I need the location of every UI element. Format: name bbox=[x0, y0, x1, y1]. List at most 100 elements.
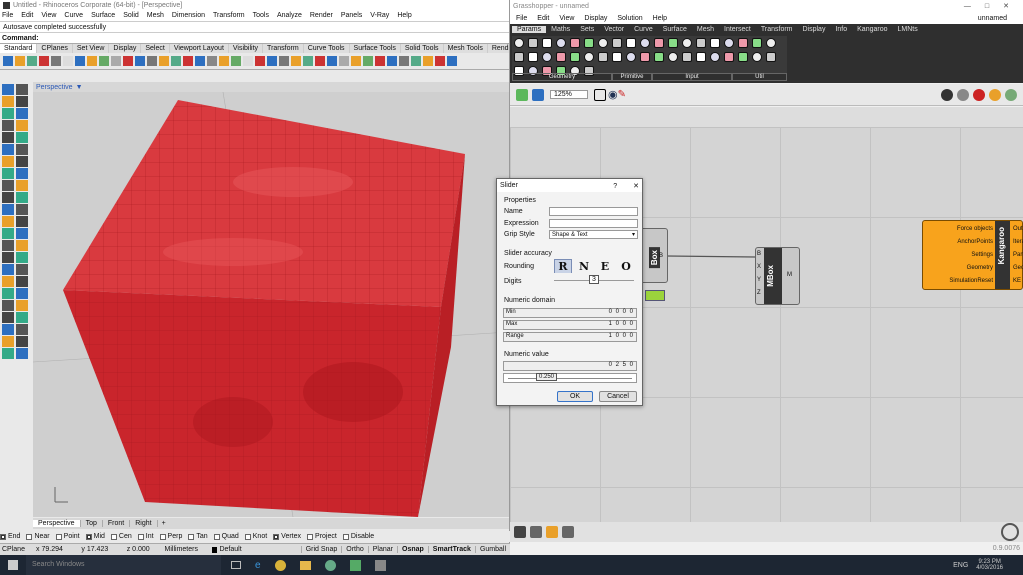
standard-tool-14-icon[interactable] bbox=[159, 56, 169, 66]
perspective-viewport[interactable]: Perspective ▼ bbox=[33, 82, 509, 517]
rhino-menu-dimension[interactable]: Dimension bbox=[172, 12, 205, 19]
name-input[interactable] bbox=[549, 207, 638, 216]
range-row[interactable]: Range 1 0 0 0 bbox=[503, 332, 637, 342]
view-tab-front[interactable]: Front bbox=[103, 520, 131, 527]
view-tab-perspective[interactable]: Perspective bbox=[33, 520, 81, 527]
osnap-project[interactable]: Project bbox=[307, 533, 337, 540]
view-tab-right[interactable]: Right bbox=[130, 520, 158, 527]
gh-param-8-icon[interactable] bbox=[612, 38, 622, 48]
zoom-extents-icon[interactable] bbox=[594, 88, 606, 101]
left-tool-8-icon[interactable] bbox=[16, 120, 28, 131]
left-tool-7-icon[interactable] bbox=[2, 120, 14, 131]
left-tool-27-icon[interactable] bbox=[2, 240, 14, 251]
osnap-quad[interactable]: Quad bbox=[213, 533, 239, 540]
gh-param-17-icon[interactable] bbox=[738, 38, 748, 48]
open-file-icon[interactable] bbox=[516, 88, 528, 101]
standard-tool-36-icon[interactable] bbox=[423, 56, 433, 66]
gh-param-22-icon[interactable] bbox=[542, 52, 552, 62]
render-preview-icon[interactable] bbox=[1005, 88, 1017, 101]
gh-param-7-icon[interactable] bbox=[598, 38, 608, 48]
view-tab-top[interactable]: Top bbox=[81, 520, 103, 527]
rounding-option-e[interactable]: E bbox=[596, 260, 614, 273]
gh-param-5-icon[interactable] bbox=[570, 38, 580, 48]
file-explorer-icon[interactable] bbox=[299, 560, 311, 570]
kangaroo-output-5[interactable]: KE bbox=[1013, 275, 1023, 288]
gh-param-35-icon[interactable] bbox=[724, 52, 734, 62]
standard-tool-23-icon[interactable] bbox=[267, 56, 277, 66]
standard-tool-34-icon[interactable] bbox=[399, 56, 409, 66]
kangaroo-output-1[interactable]: Out bbox=[1013, 223, 1023, 236]
standard-tool-15-icon[interactable] bbox=[171, 56, 181, 66]
gh-menu-edit[interactable]: Edit bbox=[537, 15, 549, 22]
osnap-vertex[interactable]: Vertex bbox=[273, 533, 301, 540]
kangaroo-output-3[interactable]: Partic bbox=[1013, 249, 1023, 262]
standard-tool-22-icon[interactable] bbox=[255, 56, 265, 66]
rhino-menu-edit[interactable]: Edit bbox=[21, 12, 33, 19]
gh-param-31-icon[interactable] bbox=[668, 52, 678, 62]
gh-param-30-icon[interactable] bbox=[654, 52, 664, 62]
left-tool-22-icon[interactable] bbox=[16, 204, 28, 215]
selected-preview-icon[interactable] bbox=[989, 88, 1001, 101]
sketch-snap-icon[interactable] bbox=[546, 526, 558, 538]
min-value[interactable]: 0 0 0 0 bbox=[609, 309, 634, 315]
left-tool-2-icon[interactable] bbox=[16, 84, 28, 95]
viewport-label[interactable]: Perspective bbox=[33, 84, 76, 91]
left-tool-23-icon[interactable] bbox=[2, 216, 14, 227]
status-toggle-smarttrack[interactable]: SmartTrack bbox=[427, 546, 475, 553]
standard-tool-28-icon[interactable] bbox=[327, 56, 337, 66]
left-tool-14-icon[interactable] bbox=[16, 156, 28, 167]
osnap-disable-checkbox[interactable] bbox=[342, 533, 349, 540]
standard-tool-32-icon[interactable] bbox=[375, 56, 385, 66]
search-box[interactable]: Search Windows bbox=[26, 555, 221, 575]
rhino-menu-v-ray[interactable]: V-Ray bbox=[370, 12, 389, 19]
standard-tool-38-icon[interactable] bbox=[447, 56, 457, 66]
osnap-perp[interactable]: Perp bbox=[159, 533, 182, 540]
preview-mode-icon[interactable] bbox=[941, 88, 953, 101]
mbox-input-z[interactable]: Z bbox=[757, 290, 761, 303]
standard-tool-35-icon[interactable] bbox=[411, 56, 421, 66]
gh-param-32-icon[interactable] bbox=[682, 52, 692, 62]
value-slider-grip[interactable]: 0.250 bbox=[536, 373, 558, 381]
grip-style-select[interactable]: Shape & Text ▾ bbox=[549, 230, 638, 239]
gh-menu-help[interactable]: Help bbox=[653, 15, 667, 22]
rhino-menu-solid[interactable]: Solid bbox=[123, 12, 139, 19]
osnap-knot-checkbox[interactable] bbox=[244, 533, 251, 540]
left-tool-40-icon[interactable] bbox=[16, 312, 28, 323]
gh-tab-mesh[interactable]: Mesh bbox=[692, 26, 719, 33]
kangaroo-input-2[interactable]: AnchorPoints bbox=[925, 236, 993, 249]
osnap-mid-checkbox[interactable] bbox=[85, 533, 92, 540]
left-tool-13-icon[interactable] bbox=[2, 156, 14, 167]
dialog-close-icon[interactable]: ✕ bbox=[633, 183, 639, 190]
standard-tool-24-icon[interactable] bbox=[279, 56, 289, 66]
add-view-tab-icon[interactable]: + bbox=[158, 520, 170, 527]
gh-param-2-icon[interactable] bbox=[528, 38, 538, 48]
rhino-menu-analyze[interactable]: Analyze bbox=[277, 12, 302, 19]
left-tool-24-icon[interactable] bbox=[16, 216, 28, 227]
gh-param-1-icon[interactable] bbox=[514, 38, 524, 48]
left-tool-28-icon[interactable] bbox=[16, 240, 28, 251]
rounding-option-n[interactable]: N bbox=[575, 260, 593, 273]
edge-icon[interactable]: e bbox=[255, 560, 261, 571]
gh-menu-display[interactable]: Display bbox=[584, 15, 607, 22]
rhino-menu-view[interactable]: View bbox=[41, 12, 56, 19]
left-tool-16-icon[interactable] bbox=[16, 168, 28, 179]
osnap-point-checkbox[interactable] bbox=[55, 533, 62, 540]
left-tool-33-icon[interactable] bbox=[2, 276, 14, 287]
gh-param-14-icon[interactable] bbox=[696, 38, 706, 48]
toolbar-tab-set-view[interactable]: Set View bbox=[73, 44, 110, 53]
osnap-vertex-checkbox[interactable] bbox=[273, 533, 280, 540]
gh-menu-file[interactable]: File bbox=[516, 15, 527, 22]
standard-tool-16-icon[interactable] bbox=[183, 56, 193, 66]
left-tool-15-icon[interactable] bbox=[2, 168, 14, 179]
maximize-icon[interactable]: □ bbox=[985, 3, 1003, 10]
layer-swatch-icon[interactable] bbox=[211, 546, 218, 553]
gh-menu-view[interactable]: View bbox=[559, 15, 574, 22]
zoom-select[interactable]: 125% bbox=[550, 90, 588, 99]
help-icon[interactable]: ? bbox=[613, 183, 617, 190]
gh-tab-vector[interactable]: Vector bbox=[599, 26, 629, 33]
standard-tool-5-icon[interactable] bbox=[51, 56, 61, 66]
osnap-project-checkbox[interactable] bbox=[307, 533, 314, 540]
value-slider[interactable]: 0.250 bbox=[503, 373, 637, 383]
osnap-cen-checkbox[interactable] bbox=[110, 533, 117, 540]
left-tool-25-icon[interactable] bbox=[2, 228, 14, 239]
